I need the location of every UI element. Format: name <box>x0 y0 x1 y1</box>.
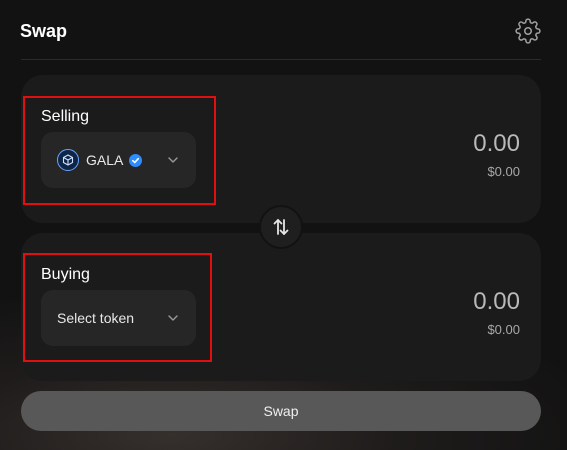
selling-usd-value: $0.00 <box>487 164 520 179</box>
selling-token-selector[interactable]: GALA <box>41 132 196 188</box>
swap-direction-icon <box>273 219 289 235</box>
buying-panel: Buying Select token 0.00 $0.00 <box>21 233 541 381</box>
chevron-down-icon <box>168 315 178 321</box>
selling-label: Selling <box>41 108 90 125</box>
selling-amount-block[interactable]: 0.00 $0.00 <box>473 130 520 179</box>
swap-button[interactable]: Swap <box>21 391 541 431</box>
gear-icon[interactable] <box>515 18 541 44</box>
verified-badge-icon <box>129 153 143 167</box>
buying-amount-block[interactable]: 0.00 $0.00 <box>473 288 520 337</box>
chevron-down-icon <box>168 157 178 163</box>
buying-label: Buying <box>41 266 90 283</box>
gala-token-icon <box>57 149 79 171</box>
selling-token-symbol: GALA <box>86 152 124 168</box>
buying-usd-value: $0.00 <box>487 322 520 337</box>
selling-amount[interactable]: 0.00 <box>473 130 520 158</box>
selling-panel: Selling GALA 0.00 $0.00 <box>21 75 541 223</box>
buying-token-selector[interactable]: Select token <box>41 290 196 346</box>
header-divider <box>21 59 541 60</box>
select-token-placeholder: Select token <box>57 310 135 326</box>
buying-amount[interactable]: 0.00 <box>473 288 520 316</box>
switch-direction-button[interactable] <box>259 205 303 249</box>
page-title: Swap <box>20 20 68 41</box>
header: Swap <box>20 18 541 44</box>
